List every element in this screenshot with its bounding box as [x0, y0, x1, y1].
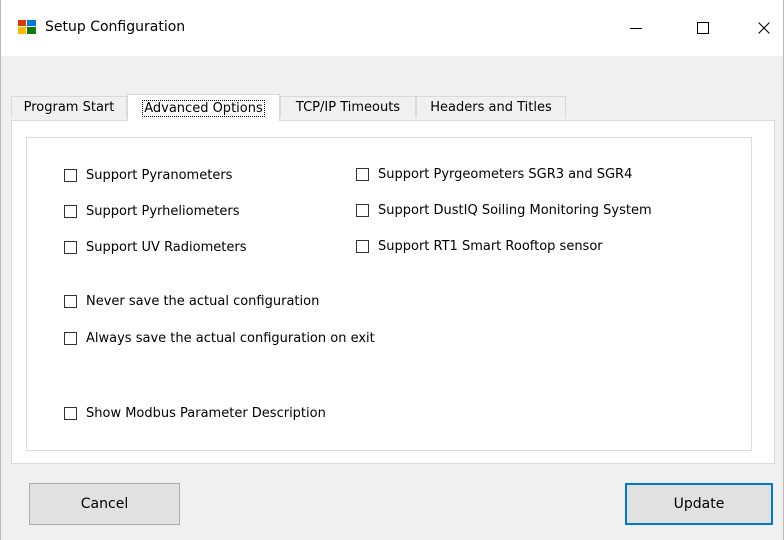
maximize-button[interactable] [680, 6, 726, 50]
setup-configuration-window: Setup Configuration Program Start Advanc… [0, 0, 784, 540]
checkbox-label: Support DustIQ Soiling Monitoring System [378, 202, 652, 218]
tab-strip: Program Start Advanced Options TCP/IP Ti… [1, 94, 783, 121]
cancel-button[interactable]: Cancel [29, 483, 180, 525]
tab-label: Headers and Titles [430, 100, 552, 115]
checkbox-box[interactable] [356, 203, 369, 217]
checkbox-label: Support Pyrgeometers SGR3 and SGR4 [378, 166, 633, 182]
never-save-checkbox[interactable]: Never save the actual configuration [64, 292, 319, 310]
checkbox-label: Show Modbus Parameter Description [86, 405, 326, 421]
checkbox-box[interactable] [64, 204, 77, 218]
checkbox-label: Never save the actual configuration [86, 293, 320, 309]
tab-program-start[interactable]: Program Start [11, 96, 127, 118]
checkbox-box[interactable] [356, 167, 369, 181]
footer-divider [1, 464, 783, 465]
support-uv-radiometers-checkbox[interactable]: Support UV Radiometers [64, 238, 246, 256]
show-modbus-checkbox[interactable]: Show Modbus Parameter Description [64, 404, 326, 422]
maximize-icon [697, 22, 709, 34]
tab-label: Program Start [23, 100, 115, 115]
checkbox-box[interactable] [64, 294, 77, 308]
tab-label: TCP/IP Timeouts [295, 100, 401, 115]
checkbox-label: Support Pyranometers [86, 167, 233, 183]
tab-label: Advanced Options [142, 99, 265, 117]
checkbox-box[interactable] [356, 239, 369, 253]
close-icon [758, 22, 770, 34]
window-title: Setup Configuration [45, 19, 186, 35]
app-icon [18, 20, 36, 34]
support-dustiq-checkbox[interactable]: Support DustIQ Soiling Monitoring System [356, 201, 652, 219]
update-button[interactable]: Update [625, 483, 773, 525]
checkbox-label: Support UV Radiometers [86, 239, 247, 255]
minimize-button[interactable] [613, 6, 659, 50]
support-pyrheliometers-checkbox[interactable]: Support Pyrheliometers [64, 202, 239, 220]
support-rt1-checkbox[interactable]: Support RT1 Smart Rooftop sensor [356, 237, 603, 255]
checkbox-box[interactable] [64, 331, 77, 345]
always-save-checkbox[interactable]: Always save the actual configuration on … [64, 329, 375, 347]
checkbox-label: Always save the actual configuration on … [86, 330, 375, 346]
title-bar: Setup Configuration [1, 0, 783, 56]
tab-tcpip-timeouts[interactable]: TCP/IP Timeouts [280, 96, 416, 118]
checkbox-box[interactable] [64, 406, 77, 420]
close-button[interactable] [741, 6, 784, 50]
checkbox-label: Support RT1 Smart Rooftop sensor [378, 238, 603, 254]
minimize-icon [630, 28, 642, 29]
tab-headers-and-titles[interactable]: Headers and Titles [416, 96, 566, 118]
support-pyrgeometers-checkbox[interactable]: Support Pyrgeometers SGR3 and SGR4 [356, 165, 632, 183]
support-pyranometers-checkbox[interactable]: Support Pyranometers [64, 166, 232, 184]
checkbox-box[interactable] [64, 240, 77, 254]
checkbox-label: Support Pyrheliometers [86, 203, 240, 219]
checkbox-box[interactable] [64, 168, 77, 182]
tab-advanced-options[interactable]: Advanced Options [127, 94, 280, 121]
